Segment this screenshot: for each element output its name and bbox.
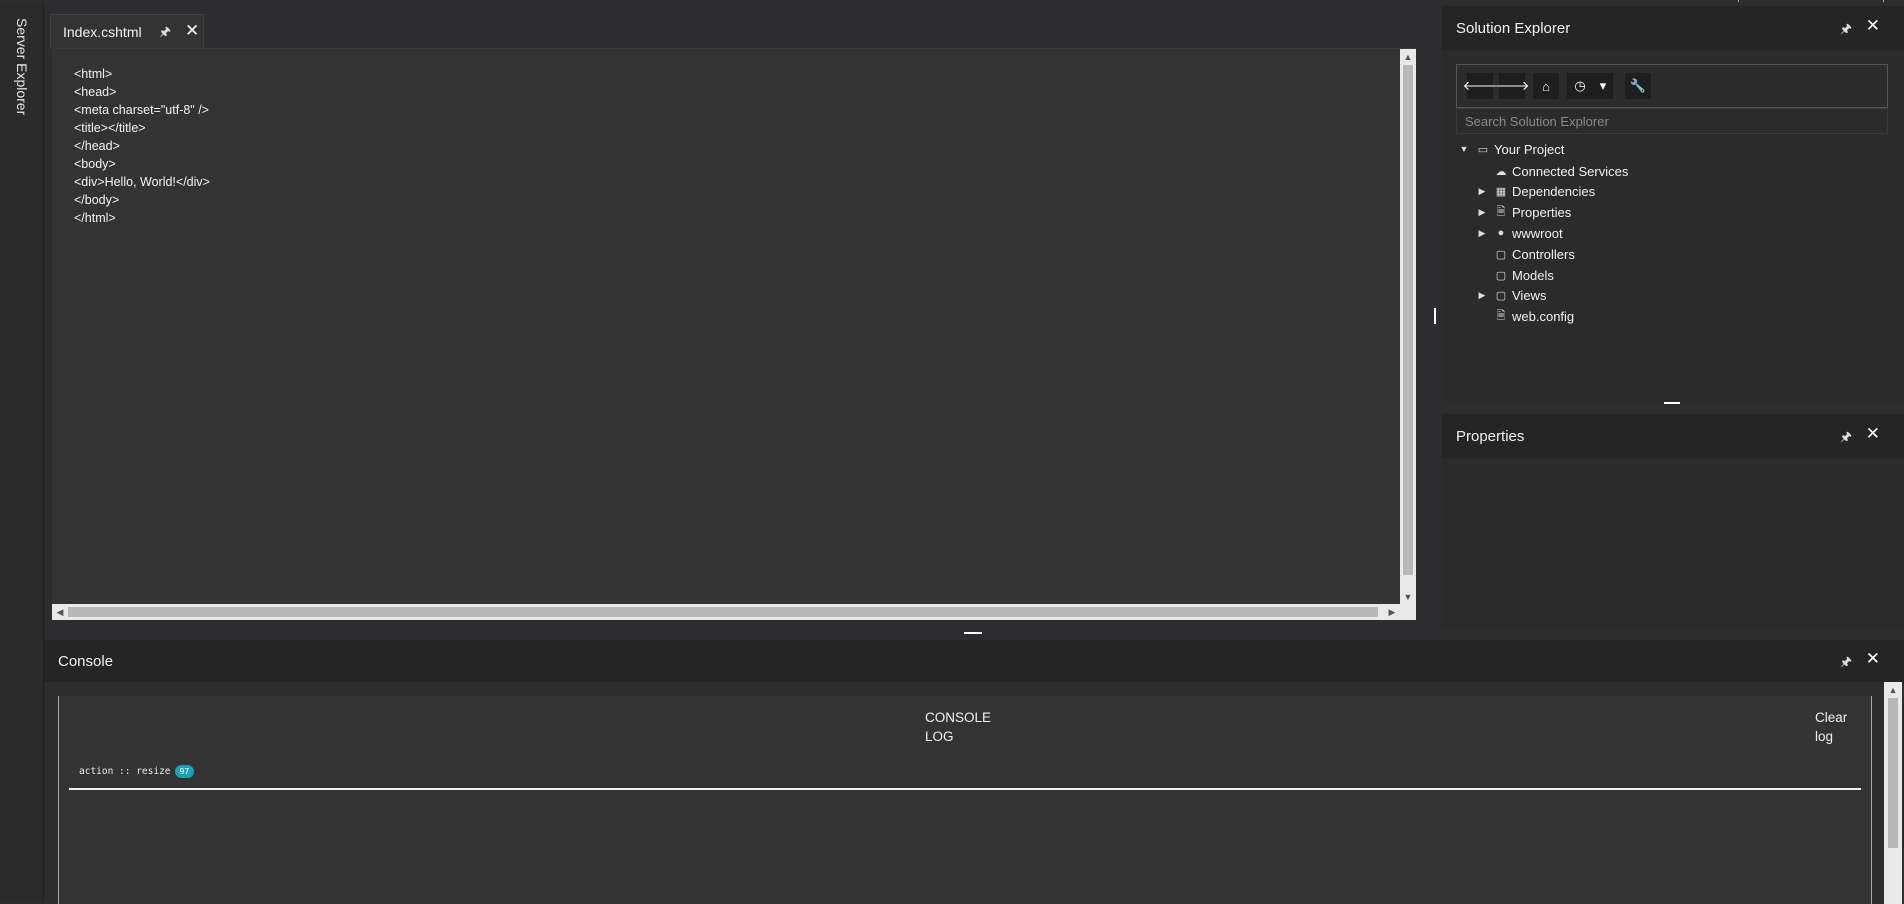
- close-icon[interactable]: ✕: [1866, 424, 1880, 444]
- expand-arrow-icon[interactable]: ▶: [1476, 290, 1488, 301]
- close-icon[interactable]: ✕: [1866, 649, 1880, 669]
- tree-item[interactable]: ▼ ▭ Your Project: [1456, 138, 1886, 160]
- tree-item-label: web.config: [1512, 309, 1575, 325]
- tab-label: Index.cshtml: [63, 23, 142, 40]
- panel-title: Console: [58, 652, 114, 670]
- editor-tabbar: Index.cshtml 🖈 ✕: [44, 14, 1440, 48]
- code-text-area[interactable]: <html> <head> <meta charset="utf-8" /> <tit…: [52, 48, 1416, 605]
- expand-arrow-icon[interactable]: ▶: [1476, 186, 1488, 197]
- tree-item[interactable]: ▢ Controllers: [1456, 243, 1886, 265]
- tree-item[interactable]: ▶ ● wwwroot: [1456, 222, 1886, 244]
- globe-icon: ●: [1497, 227, 1505, 240]
- tree-item-label: Properties: [1512, 205, 1572, 221]
- console-panel: Console 🖈 ✕ CONSOLE LOG Clear log action…: [44, 640, 1904, 904]
- scroll-right-icon[interactable]: ▶: [1384, 604, 1400, 620]
- close-icon[interactable]: ✕: [185, 21, 199, 41]
- code-line: <div>Hello, World!</div>: [74, 175, 210, 189]
- tree-item-label: Views: [1512, 288, 1547, 304]
- scroll-left-icon[interactable]: ◀: [52, 604, 68, 620]
- tree-item[interactable]: ▶ ▢ Views: [1456, 285, 1886, 307]
- tree-item-label: Connected Services: [1512, 163, 1629, 179]
- tree-item-label: Your Project: [1494, 141, 1565, 157]
- log-divider: [69, 788, 1861, 790]
- expand-arrow-icon[interactable]: ▼: [1458, 144, 1470, 154]
- chevron-down-icon[interactable]: ▾: [1593, 73, 1613, 99]
- code-line: </body>: [74, 193, 120, 207]
- code-line: </head>: [74, 139, 120, 153]
- pin-icon[interactable]: 🖈: [1840, 428, 1852, 450]
- tree-item-label: wwwroot: [1512, 225, 1563, 241]
- console-splitter-handle[interactable]: [964, 632, 982, 634]
- cloud-icon: ☁: [1495, 165, 1507, 178]
- panel-title: Properties: [1456, 427, 1525, 445]
- properties-icon: 🗎: [1496, 206, 1506, 219]
- solution-explorer-toolbar: 🡐 🡒 ⌂ ◷ ▾ 🔧: [1456, 64, 1888, 108]
- folder-icon: ▢: [1495, 269, 1507, 282]
- properties-header: Properties 🖈 ✕: [1442, 414, 1904, 458]
- wrench-icon[interactable]: 🔧: [1625, 73, 1651, 99]
- solution-explorer-header: Solution Explorer 🖈 ✕: [1442, 6, 1904, 50]
- panel-title: Solution Explorer: [1456, 19, 1571, 37]
- solution-explorer-panel: Solution Explorer 🖈 ✕ 🡐 🡒 ⌂ ◷ ▾ 🔧 Search…: [1442, 6, 1904, 402]
- back-arrow-icon[interactable]: 🡐: [1463, 73, 1497, 99]
- properties-panel: Properties 🖈 ✕: [1442, 414, 1904, 628]
- tree-item-label: Controllers: [1512, 246, 1575, 262]
- server-explorer-tab[interactable]: Server Explorer: [14, 18, 30, 115]
- tree-item[interactable]: ▶ ▦ Dependencies: [1456, 181, 1886, 203]
- vertical-scrollbar[interactable]: ▲ ▼: [1400, 49, 1416, 605]
- pin-icon[interactable]: 🖈: [159, 23, 171, 45]
- log-entry: action :: resize 97: [79, 765, 195, 778]
- expand-arrow-icon[interactable]: ▶: [1476, 207, 1488, 218]
- log-text: action :: resize: [79, 766, 171, 777]
- history-icon[interactable]: ◷: [1567, 73, 1593, 99]
- scroll-thumb[interactable]: [1888, 698, 1898, 848]
- right-dock: Solution Explorer 🖈 ✕ 🡐 🡒 ⌂ ◷ ▾ 🔧 Search…: [1440, 2, 1904, 628]
- console-log-heading: CONSOLE LOG: [925, 710, 992, 744]
- scroll-thumb[interactable]: [1403, 65, 1413, 575]
- tab-index-cshtml[interactable]: Index.cshtml 🖈 ✕: [50, 14, 204, 48]
- code-line: <body>: [74, 157, 116, 171]
- clear-log-button[interactable]: Clear log: [1815, 708, 1855, 746]
- console-header: Console 🖈 ✕: [44, 640, 1904, 682]
- close-icon[interactable]: ✕: [1866, 16, 1880, 36]
- code-lines: <html> <head> <meta charset="utf-8" /> <tit…: [74, 65, 210, 227]
- scroll-thumb[interactable]: [68, 607, 1378, 617]
- code-line: <head>: [74, 85, 117, 99]
- home-icon[interactable]: ⌂: [1533, 73, 1559, 99]
- left-tool-strip: Server Explorer: [0, 2, 44, 902]
- tree-item[interactable]: ▶ 🗎 Properties: [1456, 202, 1886, 224]
- forward-arrow-icon[interactable]: 🡒: [1495, 73, 1529, 99]
- tree-item[interactable]: ☁ Connected Services: [1456, 160, 1886, 182]
- scroll-up-icon[interactable]: ▲: [1400, 49, 1416, 65]
- project-icon: ▭: [1477, 143, 1489, 156]
- tree-item-label: Models: [1512, 267, 1554, 283]
- code-line: </html>: [74, 211, 116, 225]
- code-line: <title></title>: [74, 121, 146, 135]
- pin-icon[interactable]: 🖈: [1840, 653, 1852, 675]
- tree-item[interactable]: 🗎 web.config: [1456, 306, 1886, 328]
- folder-icon: ▢: [1495, 290, 1507, 303]
- dependencies-icon: ▦: [1495, 186, 1507, 199]
- log-count-badge: 97: [174, 765, 195, 778]
- ide-window: Server Explorer Index.cshtml 🖈 ✕ <html> <…: [0, 0, 1904, 904]
- folder-icon: ▢: [1495, 248, 1507, 261]
- tree-item-label: Dependencies: [1512, 184, 1596, 200]
- config-file-icon: 🗎: [1496, 310, 1506, 323]
- code-line: <meta charset="utf-8" />: [74, 103, 209, 117]
- console-body: CONSOLE LOG Clear log action :: resize 9…: [58, 696, 1872, 904]
- console-scrollbar[interactable]: ▲: [1884, 682, 1902, 904]
- pin-icon[interactable]: 🖈: [1840, 20, 1852, 42]
- scroll-up-icon[interactable]: ▲: [1884, 682, 1902, 698]
- scroll-down-icon[interactable]: ▼: [1400, 589, 1416, 605]
- tree-item[interactable]: ▢ Models: [1456, 264, 1886, 286]
- code-line: <html>: [74, 67, 113, 81]
- expand-arrow-icon[interactable]: ▶: [1476, 228, 1488, 239]
- horizontal-scrollbar[interactable]: ◀ ▶: [52, 604, 1416, 620]
- search-input[interactable]: Search Solution Explorer: [1456, 108, 1888, 134]
- horizontal-splitter-handle[interactable]: [1664, 402, 1680, 404]
- code-editor: Index.cshtml 🖈 ✕ <html> <head> <meta chars…: [44, 2, 1440, 626]
- vertical-splitter-handle[interactable]: [1434, 308, 1436, 324]
